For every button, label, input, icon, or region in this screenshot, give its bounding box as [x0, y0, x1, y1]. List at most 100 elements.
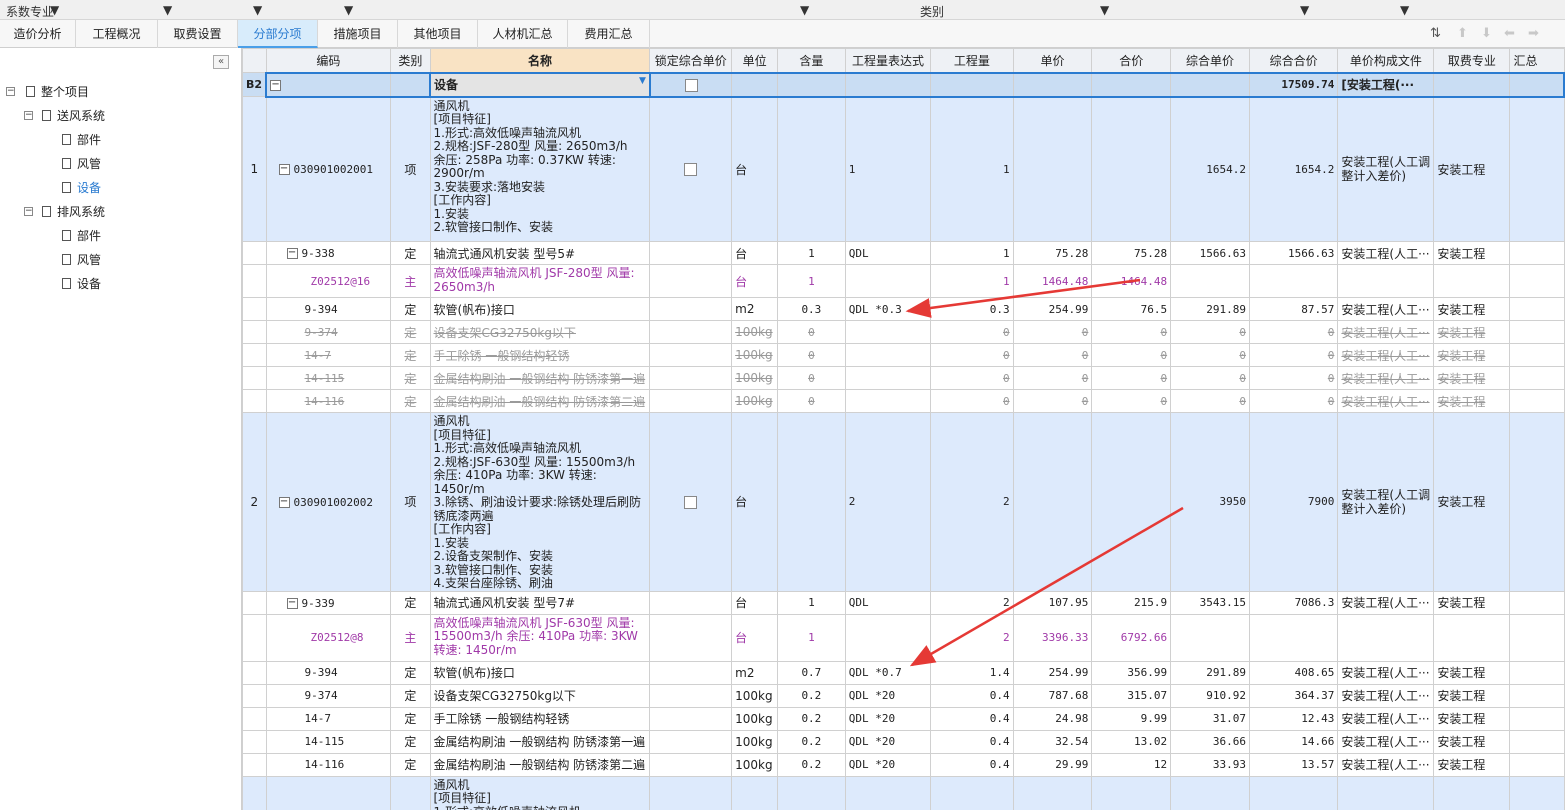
item-amount[interactable]: 1	[930, 96, 1014, 242]
header-category[interactable]: 类别	[390, 48, 431, 73]
document-icon	[42, 206, 51, 217]
quota-row[interactable]: −9-338 定轴流式通风机安装 型号5# 台 1 QDL 1 75.28 75.28 …	[242, 241, 1565, 265]
collapse-panel-button[interactable]: «	[213, 55, 229, 69]
header-total[interactable]: 合价	[1091, 48, 1172, 73]
item-code: 030901002001	[293, 163, 374, 177]
header-lock-price[interactable]: 锁定综合单价	[649, 48, 733, 73]
header-unit-total[interactable]: 综合合价	[1248, 48, 1339, 73]
item-expression[interactable]: 2	[844, 412, 932, 592]
header-unit-price[interactable]: 综合单价	[1170, 48, 1250, 73]
chevron-down-icon[interactable]: ▼	[50, 3, 59, 17]
tab-sub-items[interactable]: 分部分项	[238, 20, 318, 48]
header-expression[interactable]: 工程量表达式	[844, 48, 932, 73]
arrow-left-icon[interactable]: ⬅	[1504, 26, 1515, 41]
header-name[interactable]: 名称	[429, 48, 651, 73]
main-material-row[interactable]: Z02512@16 主高效低噪声轴流风机 JSF-280型 风量: 2650m3…	[242, 264, 1565, 298]
tree-node-equipment[interactable]: 设备	[62, 274, 101, 294]
quota-row[interactable]: 9-374 定设备支架CG32750kg以下 100kg 0.2 QDL *20 0…	[242, 683, 1565, 708]
collapse-toggle-icon[interactable]: −	[270, 79, 282, 91]
main-material-row[interactable]: Z02512@8 主高效低噪声轴流风机 JSF-630型 风量: 15500m3…	[242, 613, 1565, 662]
collapse-toggle-icon[interactable]: −	[286, 248, 298, 259]
header-price-file[interactable]: 单价构成文件	[1337, 48, 1435, 73]
header-content[interactable]: 含量	[777, 48, 846, 73]
item-fee-specialty: 安装工程	[1433, 412, 1511, 592]
document-icon	[62, 182, 71, 193]
disabled-quota-row[interactable]: 9-374 定设备支架CG32750kg以下 100kg 0 000 00 安装工…	[242, 320, 1565, 344]
group-row[interactable]: B2 − 设备 ▼ 17509.74 [安装工程(···	[242, 71, 1565, 98]
header-amount[interactable]: 工程量	[930, 48, 1014, 73]
collapse-toggle-icon[interactable]: −	[278, 164, 290, 176]
item-price-file: 安装工程(人工调整计入差价)	[1337, 96, 1435, 242]
chevron-down-icon[interactable]: ▼	[1300, 3, 1309, 17]
arrow-down-icon[interactable]: ⬇	[1481, 26, 1492, 41]
project-tree-panel: « − 整个项目 − 送风系统 部件 风管 设备 − 排风系统 部件 风管 设备	[0, 48, 242, 810]
chevron-down-icon[interactable]: ▼	[253, 3, 262, 17]
quota-row[interactable]: 14-115 定金属结构刷油 一般钢结构 防锈漆第一遍 100kg 0.2 QDL …	[242, 729, 1565, 754]
header-summary[interactable]: 汇总	[1509, 48, 1565, 73]
item-expression[interactable]: 1	[844, 96, 932, 242]
disabled-quota-row[interactable]: 14-7 定手工除锈 一般钢结构轻锈 100kg 0 000 00 安装工程(人工…	[242, 343, 1565, 367]
item-description: 通风机 [项目特征] 1.形式:高效低噪声轴流风机	[429, 775, 651, 810]
group-name-select[interactable]: 设备 ▼	[429, 71, 651, 98]
lock-price-checkbox[interactable]	[684, 78, 698, 92]
chevron-down-icon[interactable]: ▼	[1400, 3, 1409, 17]
group-price-file: [安装工程(···	[1337, 71, 1435, 98]
header-fee-specialty[interactable]: 取费专业	[1433, 48, 1511, 73]
category-label: 类别	[920, 5, 945, 19]
lock-price-checkbox[interactable]	[684, 163, 698, 177]
tree-node-duct[interactable]: 风管	[62, 154, 101, 174]
tab-measures[interactable]: 措施项目	[318, 20, 398, 48]
chevron-down-icon[interactable]: ▼	[163, 3, 172, 17]
item-price-file: 安装工程(人工调整计入差价)	[1337, 412, 1435, 592]
header-price[interactable]: 单价	[1012, 48, 1093, 73]
tree-node-duct[interactable]: 风管	[62, 250, 101, 270]
item-code: 030901002002	[293, 495, 374, 509]
tab-fee-summary[interactable]: 费用汇总	[568, 20, 650, 48]
item-amount[interactable]: 2	[930, 412, 1014, 592]
item-unit: 台	[731, 96, 779, 242]
collapse-toggle-icon[interactable]: −	[24, 111, 33, 120]
chevron-down-icon[interactable]: ▼	[800, 3, 809, 17]
items-table: 编码 类别 名称 锁定综合单价 单位 含量 工程量表达式 工程量 单价 合价 综…	[242, 48, 1565, 810]
tree-node-equipment[interactable]: 设备	[62, 178, 101, 198]
main-tabs: 造价分析 工程概况 取费设置 分部分项 措施项目 其他项目 人材机汇总 费用汇总…	[0, 20, 1565, 48]
tab-fee-settings[interactable]: 取费设置	[158, 20, 238, 48]
arrow-right-icon[interactable]: ➡	[1528, 26, 1539, 41]
bill-item-row[interactable]: 通风机 [项目特征] 1.形式:高效低噪声轴流风机	[242, 775, 1565, 810]
arrow-up-icon[interactable]: ⬆	[1457, 26, 1468, 41]
tab-cost-analysis[interactable]: 造价分析	[0, 20, 76, 48]
tree-node-parts[interactable]: 部件	[62, 226, 101, 246]
quota-row[interactable]: −9-339 定轴流式通风机安装 型号7# 台 1 QDL 2 107.95 215.9…	[242, 590, 1565, 615]
row-number: 1	[242, 96, 267, 242]
bill-item-row[interactable]: 1 −030901002001 项 通风机 [项目特征] 1.形式:高效低噪声轴…	[242, 96, 1565, 242]
collapse-toggle-icon[interactable]: −	[278, 496, 290, 508]
document-icon	[42, 110, 51, 121]
tab-other-items[interactable]: 其他项目	[398, 20, 478, 48]
lock-price-checkbox[interactable]	[684, 495, 698, 509]
item-description: 通风机 [项目特征] 1.形式:高效低噪声轴流风机 2.规格:JSF-630型 …	[429, 412, 651, 592]
quota-row[interactable]: 9-394 定软管(帆布)接口 m2 0.7 QDL *0.7 1.4 254.99 3…	[242, 660, 1565, 685]
header-code[interactable]: 编码	[265, 48, 392, 73]
quota-row[interactable]: 14-7 定手工除锈 一般钢结构轻锈 100kg 0.2 QDL *20 0.4 24…	[242, 706, 1565, 731]
chevron-down-icon[interactable]: ▼	[639, 76, 646, 86]
tree-node-parts[interactable]: 部件	[62, 130, 101, 150]
quota-row[interactable]: 9-394 定软管(帆布)接口 m2 0.3 QDL *0.3 0.3 254.99 7…	[242, 297, 1565, 321]
header-unit[interactable]: 单位	[731, 48, 779, 73]
chevron-down-icon[interactable]: ▼	[1100, 3, 1109, 17]
header-row-no	[242, 48, 267, 73]
tab-labor-material-summary[interactable]: 人材机汇总	[478, 20, 568, 48]
item-category: 项	[390, 96, 431, 242]
collapse-toggle-icon[interactable]: −	[6, 87, 15, 96]
item-unit: 台	[731, 412, 779, 592]
collapse-toggle-icon[interactable]: −	[24, 207, 33, 216]
disabled-quota-row[interactable]: 14-116 定金属结构刷油 一般钢结构 防锈漆第二遍 100kg 0 000 0…	[242, 389, 1565, 413]
sort-icon[interactable]: ⇅	[1430, 26, 1441, 41]
project-icon	[26, 86, 35, 97]
bill-item-row[interactable]: 2 −030901002002 项 通风机 [项目特征] 1.形式:高效低噪声轴…	[242, 412, 1565, 592]
tab-project-overview[interactable]: 工程概况	[76, 20, 158, 48]
disabled-quota-row[interactable]: 14-115 定金属结构刷油 一般钢结构 防锈漆第一遍 100kg 0 000 0…	[242, 366, 1565, 390]
group-total: 17509.74	[1248, 71, 1339, 98]
chevron-down-icon[interactable]: ▼	[344, 3, 353, 17]
collapse-toggle-icon[interactable]: −	[286, 597, 298, 609]
quota-row[interactable]: 14-116 定金属结构刷油 一般钢结构 防锈漆第二遍 100kg 0.2 QDL …	[242, 752, 1565, 777]
